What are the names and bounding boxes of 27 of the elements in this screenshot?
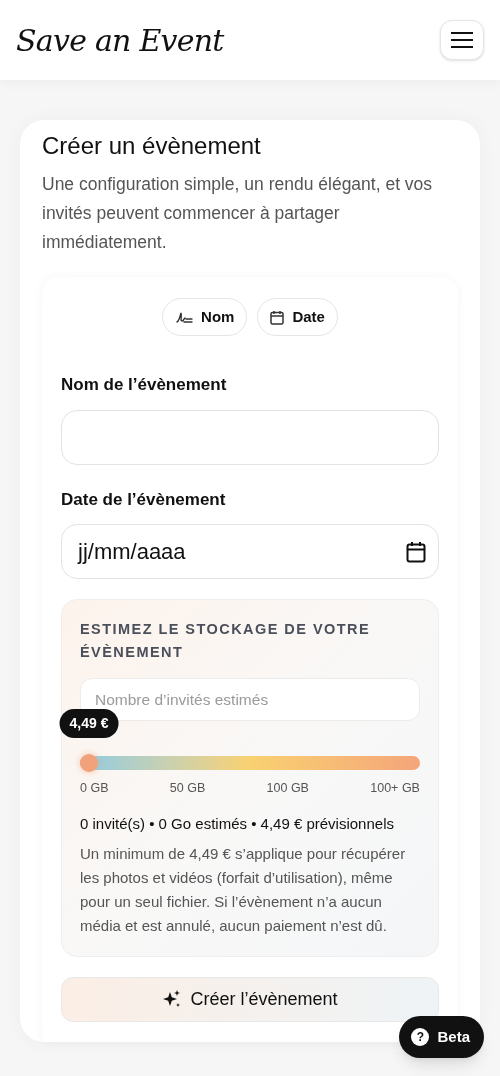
slider-thumb[interactable] (80, 754, 98, 772)
estimate-summary: 0 invité(s) • 0 Go estimés • 4,49 € prévisionnels (80, 813, 395, 834)
signature-icon (175, 310, 194, 324)
scale-label: 0 GB (80, 780, 109, 797)
create-event-button[interactable]: Créer l’évènement (61, 976, 439, 1022)
field-label: Nom de l’évènement (61, 374, 228, 396)
step-chip[interactable]: Date (257, 298, 338, 336)
menu-button[interactable] (440, 20, 484, 60)
field-label: Date de l’évènement (61, 488, 227, 511)
scale-label: 50 GB (169, 780, 206, 797)
price-badge: 4,49 € (59, 709, 119, 738)
event-name-field[interactable] (61, 409, 439, 465)
storage-slider[interactable] (80, 756, 420, 770)
help-icon: ? (411, 1028, 430, 1046)
scale-label: 100+ GB (370, 780, 420, 797)
calendar-icon[interactable] (406, 540, 426, 563)
page-title: Créer un évènement (42, 131, 262, 161)
storage-heading: ESTIMEZ LE STOCKAGE DE VOTRE ÉVÈNEMENT (80, 620, 372, 662)
beta-button[interactable]: ? Beta (399, 1016, 484, 1058)
step-chip[interactable]: Nom (162, 298, 248, 336)
date-value: jj/mm/aaaa (78, 538, 186, 566)
calendar-icon (270, 309, 285, 325)
scale-label: 100 GB (266, 780, 309, 797)
pricing-note: Un minimum de 4,49 € s’applique pour récupérer les photos et vidéos (forfait d’utilisation), même pour un seul fichier. Si l’évènement n’a aucun média et est annulé, aucun paiement n’est dû. (80, 843, 407, 936)
intro-text: Une configuration simple, un rendu élégant, et vos invités peuvent commencer à partager immédiatement. (42, 173, 434, 254)
menu-icon (451, 31, 473, 49)
event-date-field[interactable]: jj/mm/aaaa (61, 524, 439, 579)
